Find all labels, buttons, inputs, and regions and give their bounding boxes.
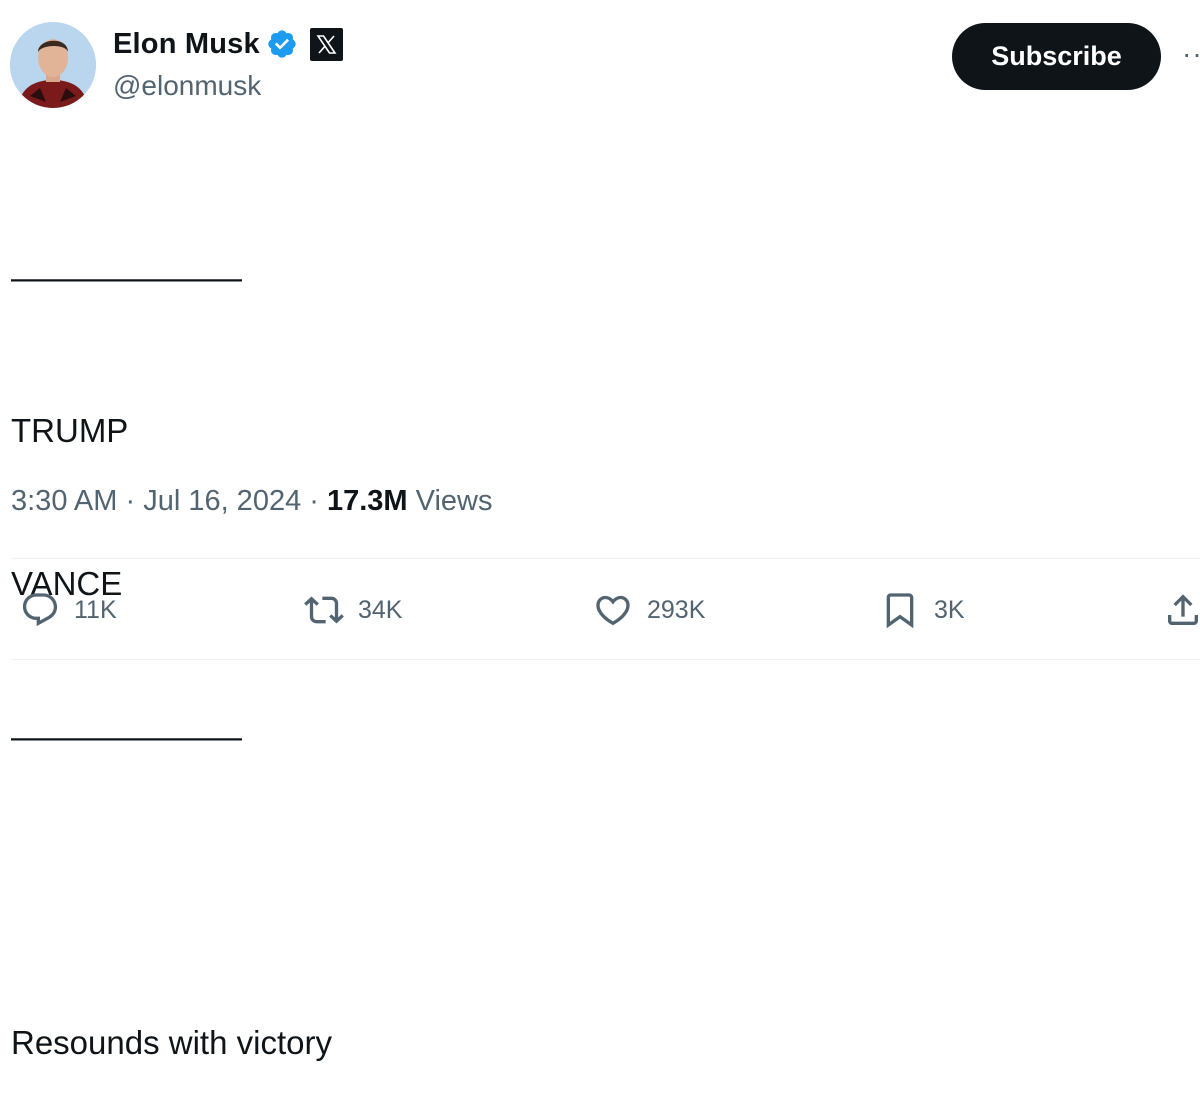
reply-button[interactable]: 11K [20,588,117,632]
tweet-line: ——————— [11,259,242,296]
x-logo-icon[interactable] [309,27,343,61]
bookmark-button[interactable]: 3K [880,588,965,632]
views-label: Views [407,485,493,517]
avatar-image [10,22,96,108]
tweet-line: ——————— [11,718,242,755]
tweet-line: Resounds with victory [11,1024,332,1061]
repost-count: 34K [358,595,403,624]
tweet-text: ——————— TRUMP VANCE ——————— Resounds wit… [11,150,332,1119]
reply-count: 11K [74,595,117,624]
like-count: 293K [647,595,706,624]
bookmark-count: 3K [934,595,965,624]
bookmark-icon [886,593,914,629]
author-display-name[interactable]: Elon Musk [113,28,260,61]
tweet-date[interactable]: Jul 16, 2024 [143,485,301,518]
meta-separator: · [301,485,327,517]
views-count[interactable]: 17.3M [327,485,408,518]
repost-button[interactable]: 34K [304,588,402,632]
tweet-line [11,864,332,915]
tweet-time[interactable]: 3:30 AM [11,485,117,518]
tweet-line: TRUMP [11,412,129,449]
divider [11,558,1200,559]
author-name-row: Elon Musk [113,24,343,64]
divider [11,659,1200,660]
meta-separator: · [117,485,144,517]
subscribe-button[interactable]: Subscribe [952,23,1161,90]
repost-icon [304,596,344,624]
author-handle[interactable]: @elonmusk [113,70,261,102]
heart-icon [596,595,630,626]
tweet-meta: 3:30 AM · Jul 16, 2024 · 17.3M Views [11,485,492,518]
verified-badge-icon[interactable] [266,28,298,60]
share-button[interactable] [1163,588,1200,632]
like-button[interactable]: 293K [593,588,705,632]
more-options-icon[interactable]: ·· [1182,40,1200,68]
avatar[interactable] [10,22,96,108]
share-icon [1168,594,1198,625]
reply-icon [22,593,58,627]
